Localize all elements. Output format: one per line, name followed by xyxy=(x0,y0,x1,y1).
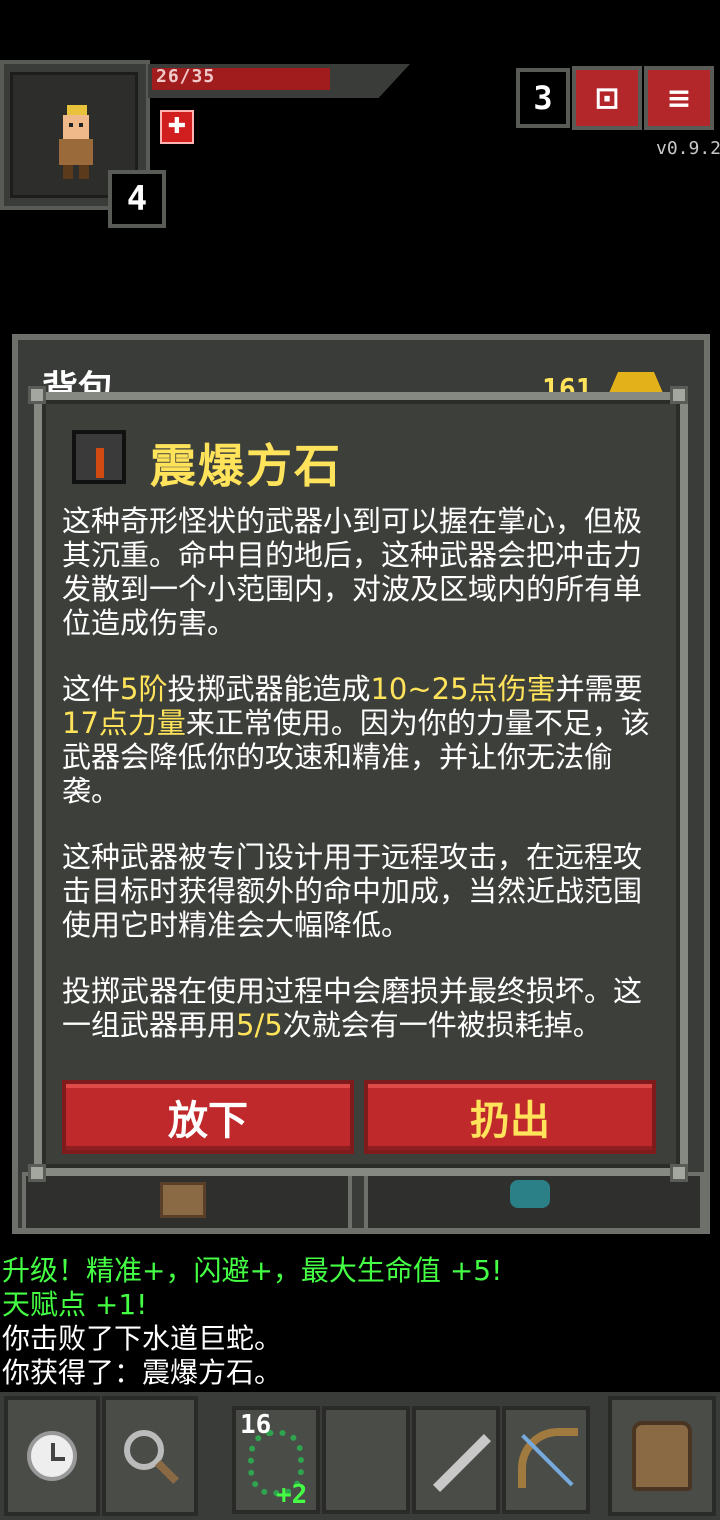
uses-value: 5/5 xyxy=(236,1008,283,1042)
buff-icon[interactable]: ✚ xyxy=(160,110,194,144)
log-line: 你获得了：震爆方石。 xyxy=(2,1356,283,1389)
potion-icon xyxy=(510,1180,550,1208)
search-icon xyxy=(120,1426,180,1486)
dialog-corner xyxy=(28,386,46,404)
dungeon-depth-indicator[interactable]: 3 xyxy=(516,68,570,128)
dialog-corner xyxy=(28,1164,46,1182)
tier-value: 5阶 xyxy=(120,672,168,706)
strength-value: 17点力量 xyxy=(62,706,186,740)
item-description: 这种奇形怪状的武器小到可以握在掌心，但极其沉重。命中目的地后，这种武器会把冲击力… xyxy=(62,504,662,1074)
item-title: 震爆方石 xyxy=(150,439,342,493)
desc-paragraph: 这种奇形怪状的武器小到可以握在掌心，但极其沉重。命中目的地后，这种武器会把冲击力… xyxy=(62,504,643,640)
stone-item-icon xyxy=(72,430,126,484)
hero-level-badge: 4 xyxy=(108,170,166,228)
quickslot-3[interactable] xyxy=(412,1406,500,1514)
search-button[interactable] xyxy=(102,1396,198,1516)
drop-button[interactable]: 放下 xyxy=(62,1080,354,1154)
clock-icon xyxy=(27,1431,77,1481)
throw-button[interactable]: 扔出 xyxy=(364,1080,656,1154)
hp-text: 26/35 xyxy=(156,66,216,87)
quickslot-2[interactable] xyxy=(322,1406,410,1514)
backpack-button[interactable] xyxy=(608,1396,716,1516)
version-label: v0.9.2 xyxy=(656,138,720,159)
journal-icon: ⊡ xyxy=(594,80,620,116)
quickslot-upgrade: +2 xyxy=(276,1480,308,1510)
sword-icon xyxy=(433,1434,491,1492)
dialog-corner xyxy=(670,386,688,404)
chest-icon xyxy=(160,1182,206,1218)
desc-paragraph: 这种武器被专门设计用于远程攻击，在远程攻击目标时获得额外的命中加成，当然近战范围… xyxy=(62,840,643,942)
desc-paragraph: 这件5阶投掷武器能造成10~25点伤害并需要17点力量来正常使用。因为你的力量不… xyxy=(62,672,650,808)
quickslot-count: 16 xyxy=(240,1410,272,1440)
menu-button[interactable]: ≡ xyxy=(644,66,714,130)
desc-paragraph: 投掷武器在使用过程中会磨损并最终损坏。这一组武器再用5/5次就会有一件被损耗掉。 xyxy=(62,974,643,1042)
quickslot-1[interactable]: 16 +2 xyxy=(232,1406,320,1514)
damage-value: 10~25点伤害 xyxy=(370,672,556,706)
log-line: 你击败了下水道巨蛇。 xyxy=(2,1322,283,1355)
dialog-corner xyxy=(670,1164,688,1182)
log-line: 升级！精准+，闪避+，最大生命值 +5! xyxy=(2,1254,503,1287)
menu-icon: ≡ xyxy=(666,80,692,116)
log-line: 天赋点 +1! xyxy=(2,1288,148,1321)
backpack-icon xyxy=(632,1421,692,1491)
quickslot-4[interactable] xyxy=(502,1406,590,1514)
journal-button[interactable]: ⊡ xyxy=(572,66,642,130)
game-log: 升级！精准+，闪避+，最大生命值 +5! 天赋点 +1! 你击败了下水道巨蛇。 … xyxy=(2,1254,502,1390)
wait-button[interactable] xyxy=(4,1396,100,1516)
